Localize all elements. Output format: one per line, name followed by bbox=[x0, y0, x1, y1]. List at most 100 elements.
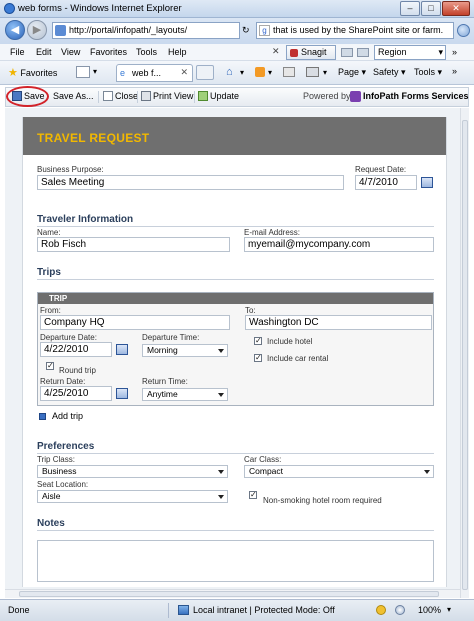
menu-favorites[interactable]: Favorites bbox=[90, 47, 127, 57]
tab-title: web f... bbox=[132, 68, 162, 78]
include-hotel-label: Include hotel bbox=[267, 337, 313, 346]
departure-time-label: Departure Time: bbox=[142, 333, 200, 342]
browser-tab[interactable]: e web f... ✕ bbox=[116, 64, 193, 82]
request-date-field[interactable]: 4/7/2010 bbox=[355, 175, 417, 190]
infopath-toolbar: Save Save As... Close Print View Update … bbox=[5, 87, 469, 107]
security-icon[interactable] bbox=[376, 605, 386, 615]
close-button[interactable]: Close bbox=[103, 91, 138, 101]
section-divider bbox=[37, 530, 434, 531]
trip-class-select[interactable]: Business bbox=[37, 465, 228, 478]
mail-icon[interactable] bbox=[283, 67, 295, 77]
intranet-icon bbox=[178, 605, 189, 615]
capture-icon[interactable] bbox=[341, 48, 353, 57]
round-trip-checkbox[interactable]: ✓ bbox=[46, 362, 54, 370]
snagit-button[interactable]: Snagit bbox=[286, 45, 336, 60]
zoom-level[interactable]: 100% bbox=[418, 605, 441, 615]
tab-close-icon[interactable]: ✕ bbox=[180, 67, 188, 78]
page-menu-label: Page bbox=[338, 67, 360, 77]
infopath-logo-icon bbox=[350, 91, 361, 102]
notes-field[interactable] bbox=[37, 540, 434, 582]
seat-location-label: Seat Location: bbox=[37, 480, 89, 489]
region-select[interactable]: Region ▾ bbox=[374, 45, 446, 60]
seat-location-select[interactable]: Aisle bbox=[37, 490, 228, 503]
address-url: http://portal/infopath/_layouts/ bbox=[69, 25, 188, 35]
save-as-button[interactable]: Save As... bbox=[53, 91, 94, 101]
chevron-down-icon bbox=[218, 349, 224, 353]
tab-list-icon[interactable]: ▾ bbox=[93, 67, 97, 76]
page-menu[interactable]: Page ▾ bbox=[338, 67, 366, 78]
menu-tools[interactable]: Tools bbox=[136, 47, 157, 57]
capture-window-icon[interactable] bbox=[357, 48, 369, 57]
window-title: web forms - Windows Internet Explorer bbox=[18, 3, 182, 14]
form-title: TRAVEL REQUEST bbox=[37, 131, 150, 145]
name-field[interactable]: Rob Fisch bbox=[37, 237, 230, 252]
region-label: Region bbox=[378, 47, 407, 57]
trip-section: TRIP From: Company HQ To: Washington DC … bbox=[37, 292, 434, 406]
include-car-checkbox[interactable]: ✓ bbox=[254, 354, 262, 362]
horizontal-scrollbar[interactable] bbox=[5, 589, 460, 598]
more-commands-icon[interactable]: » bbox=[452, 66, 457, 76]
business-purpose-field[interactable]: Sales Meeting bbox=[37, 175, 344, 190]
business-purpose-label: Business Purpose: bbox=[37, 165, 104, 174]
return-date-field[interactable]: 4/25/2010 bbox=[40, 386, 112, 401]
home-icon[interactable]: ⌂ bbox=[226, 66, 233, 78]
print-dropdown-icon[interactable]: ▾ bbox=[323, 68, 327, 77]
calendar-icon[interactable] bbox=[116, 388, 128, 399]
scroll-thumb[interactable] bbox=[462, 120, 468, 590]
calendar-icon[interactable] bbox=[421, 177, 433, 188]
favorites-button[interactable]: ★ Favorites bbox=[8, 66, 57, 79]
maximize-button[interactable]: □ bbox=[421, 1, 441, 16]
tools-menu[interactable]: Tools ▾ bbox=[414, 67, 442, 78]
forward-button[interactable]: ▶ bbox=[27, 20, 47, 40]
menu-help[interactable]: Help bbox=[168, 47, 187, 57]
toolbar-options-icon[interactable]: » bbox=[452, 47, 457, 57]
trip-bar: TRIP bbox=[38, 293, 433, 304]
update-label: Update bbox=[210, 91, 240, 101]
feeds-dropdown-icon[interactable]: ▾ bbox=[268, 68, 272, 77]
search-box[interactable]: g that is used by the SharePoint site or… bbox=[256, 22, 454, 39]
calendar-icon[interactable] bbox=[116, 344, 128, 355]
include-hotel-checkbox[interactable]: ✓ bbox=[254, 337, 262, 345]
departure-date-field[interactable]: 4/22/2010 bbox=[40, 342, 112, 357]
vertical-scrollbar[interactable] bbox=[460, 108, 469, 598]
home-dropdown-icon[interactable]: ▾ bbox=[240, 68, 244, 77]
return-time-select[interactable]: Anytime bbox=[142, 388, 228, 401]
non-smoking-checkbox[interactable]: ✓ bbox=[249, 491, 257, 499]
from-field[interactable]: Company HQ bbox=[40, 315, 230, 330]
email-field[interactable]: myemail@mycompany.com bbox=[244, 237, 434, 252]
menu-view[interactable]: View bbox=[61, 47, 80, 57]
print-view-button[interactable]: Print View bbox=[141, 91, 193, 101]
round-trip-label: Round trip bbox=[59, 366, 96, 375]
safety-menu[interactable]: Safety ▾ bbox=[373, 67, 406, 78]
toolbar-divider bbox=[194, 91, 195, 103]
add-trip-link[interactable]: Add trip bbox=[52, 411, 83, 421]
departure-time-select[interactable]: Morning bbox=[142, 344, 228, 357]
update-button[interactable]: Update bbox=[198, 91, 239, 101]
status-bar: Done Local intranet | Protected Mode: Of… bbox=[0, 599, 474, 621]
update-icon bbox=[198, 91, 208, 101]
new-tab-button[interactable] bbox=[196, 65, 214, 80]
search-icon[interactable] bbox=[457, 24, 470, 37]
car-class-select[interactable]: Compact bbox=[244, 465, 434, 478]
add-trip-icon[interactable] bbox=[39, 413, 46, 420]
toolbar-divider bbox=[98, 91, 99, 103]
close-window-button[interactable]: ✕ bbox=[442, 1, 470, 16]
zoom-icon[interactable] bbox=[395, 605, 405, 615]
address-bar[interactable]: http://portal/infopath/_layouts/ bbox=[52, 22, 240, 39]
print-icon[interactable] bbox=[306, 67, 319, 77]
refresh-icon[interactable]: ↻ bbox=[242, 25, 250, 36]
ie-icon bbox=[4, 3, 15, 14]
return-time-label: Return Time: bbox=[142, 377, 188, 386]
from-label: From: bbox=[40, 306, 61, 315]
chevron-down-icon bbox=[218, 393, 224, 397]
hscroll-thumb[interactable] bbox=[19, 591, 439, 597]
menu-edit[interactable]: Edit bbox=[36, 47, 52, 57]
close-toolbar-icon[interactable]: ✕ bbox=[272, 46, 280, 57]
quick-tabs-icon[interactable] bbox=[76, 66, 90, 78]
menu-file[interactable]: File bbox=[10, 47, 25, 57]
minimize-button[interactable]: – bbox=[400, 1, 420, 16]
back-button[interactable]: ◀ bbox=[5, 20, 25, 40]
to-field[interactable]: Washington DC bbox=[245, 315, 432, 330]
zoom-dropdown-icon[interactable]: ▾ bbox=[447, 605, 451, 614]
feeds-icon[interactable] bbox=[255, 67, 265, 77]
